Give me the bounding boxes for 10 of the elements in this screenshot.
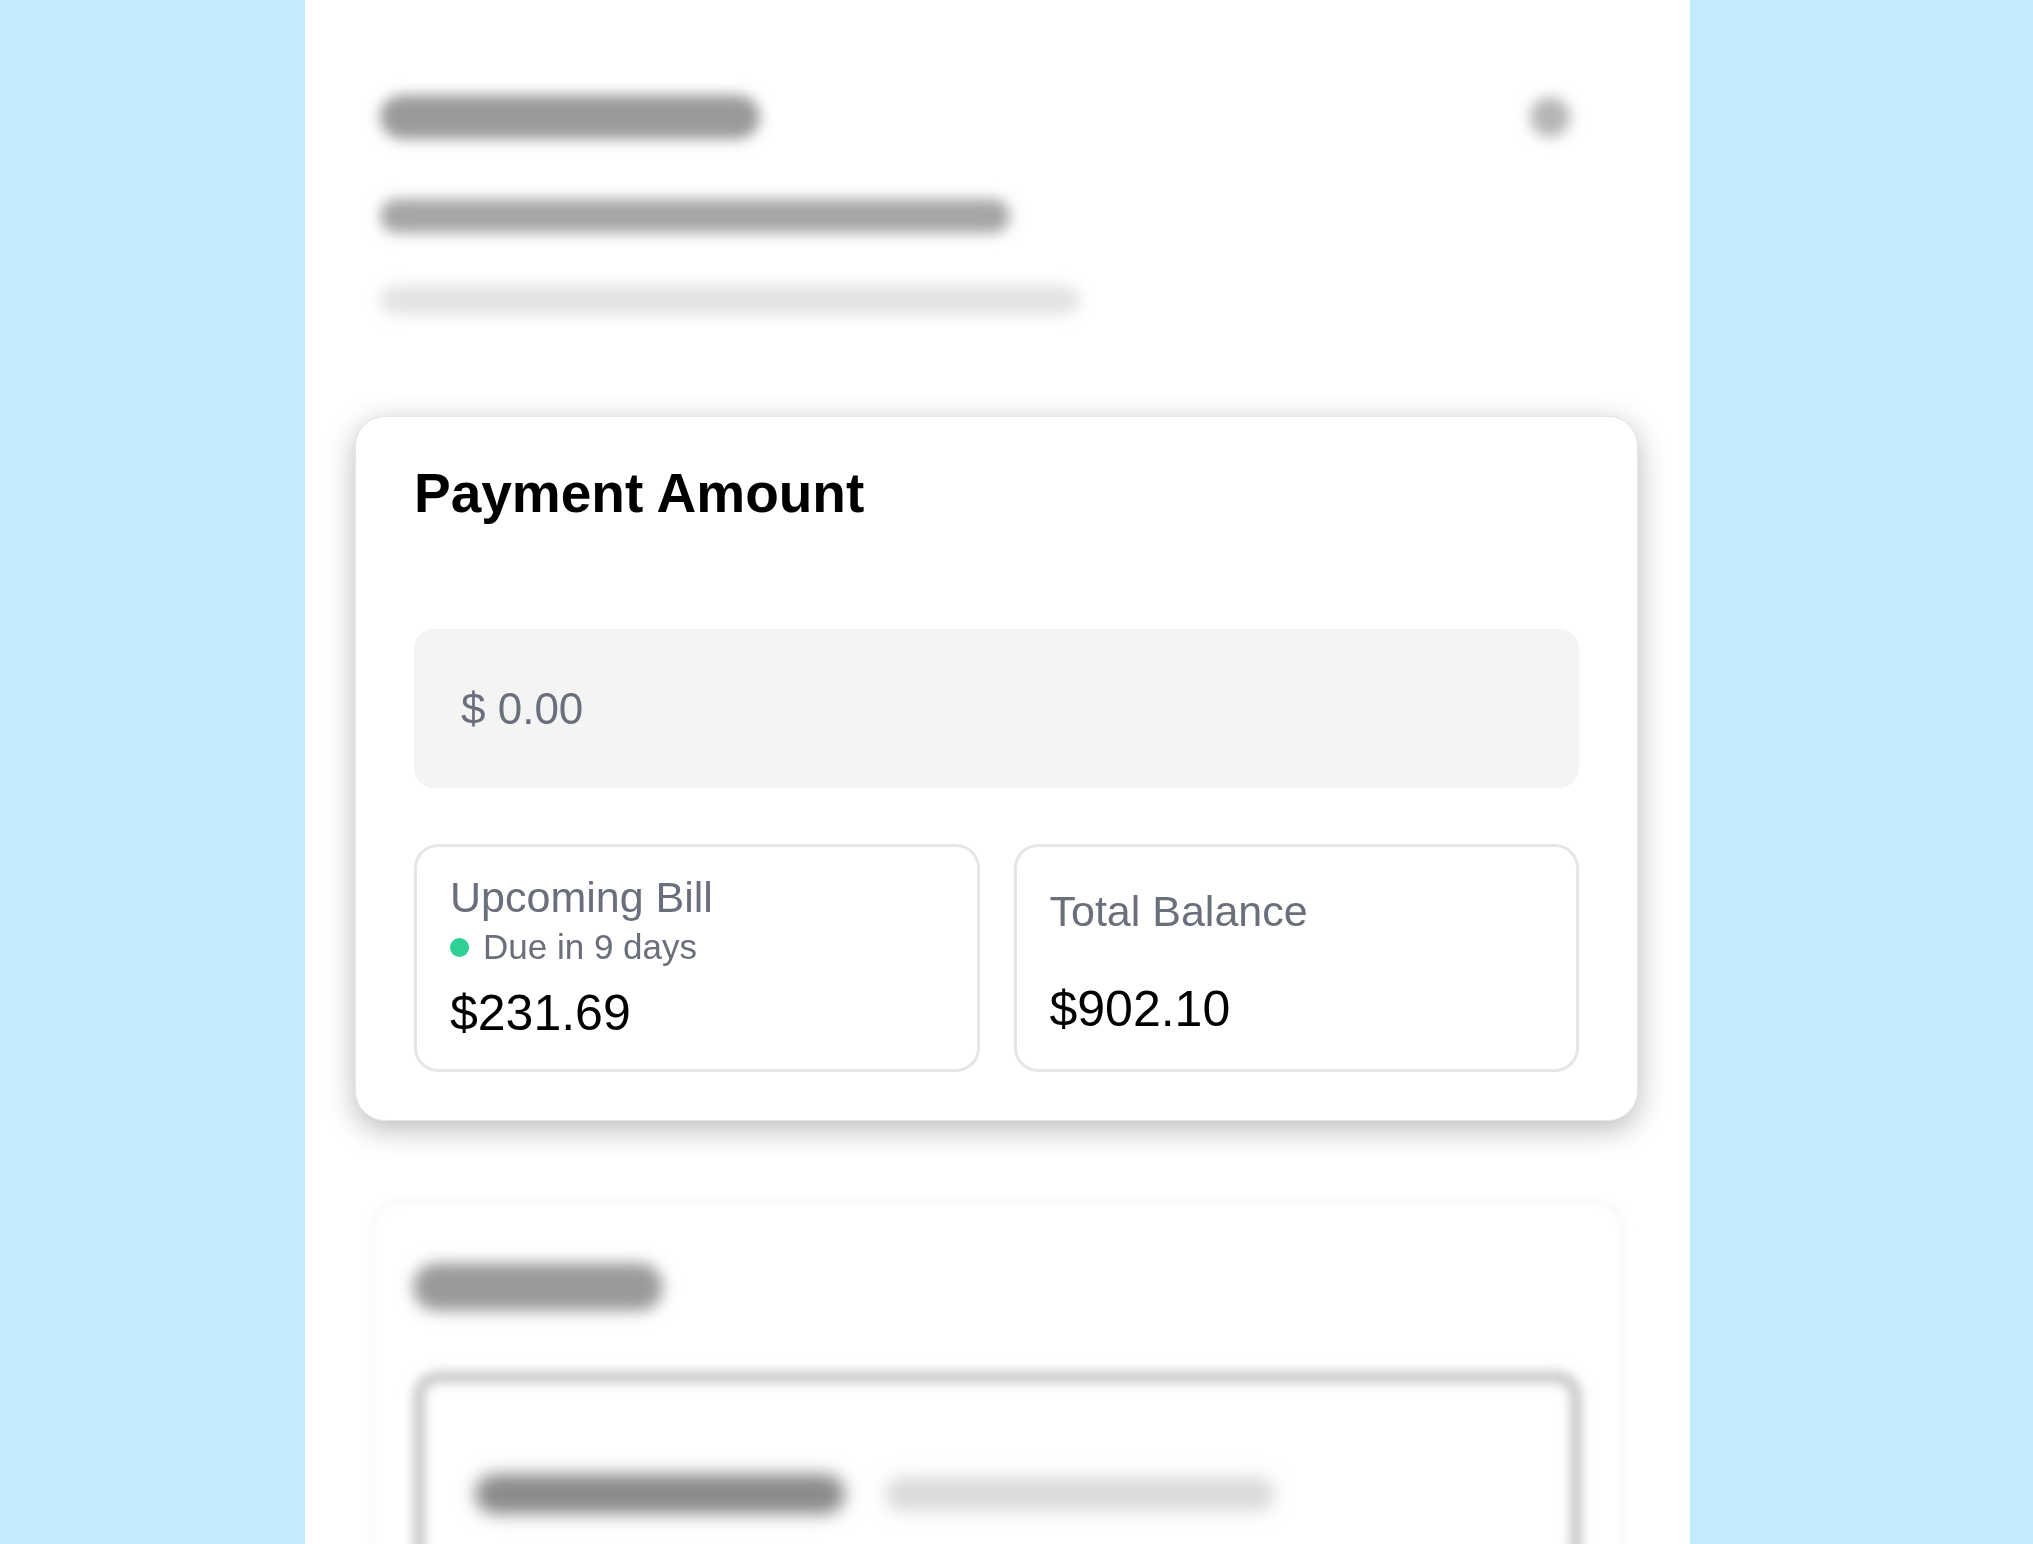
upcoming-bill-card[interactable]: Upcoming Bill Due in 9 days $231.69	[414, 844, 980, 1072]
bill-label: Upcoming Bill	[450, 872, 714, 923]
due-status: Due in 9 days	[483, 926, 698, 968]
bill-amount: $231.69	[450, 984, 632, 1043]
amount-field[interactable]: $ 0.00	[414, 629, 1579, 788]
balance-amount: $902.10	[1049, 980, 1232, 1039]
card-title: Payment Amount	[414, 461, 866, 525]
balance-label: Total Balance	[1049, 886, 1309, 937]
total-balance-card[interactable]: Total Balance $902.10	[1013, 844, 1579, 1072]
blurred-close-icon	[1530, 97, 1570, 137]
